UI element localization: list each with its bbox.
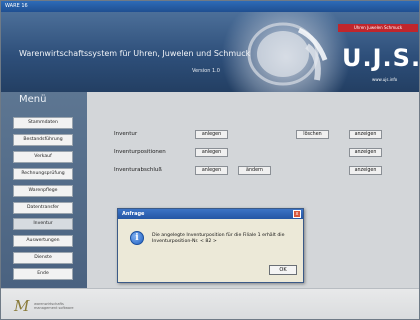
ok-button[interactable]: OK <box>269 265 297 275</box>
dialog-close-button[interactable]: x <box>293 210 301 218</box>
row-label-inventurabschluss: Inventurabschluß <box>114 167 162 173</box>
sidebar-item-stammdaten[interactable]: Stammdaten <box>13 117 73 129</box>
sidebar-item-bestandsfuehrung[interactable]: Bestandsführung <box>13 134 73 146</box>
banner-version: Version 1.0 <box>192 68 220 74</box>
row-label-inventur: Inventur <box>114 131 138 137</box>
sidebar-item-verkauf[interactable]: Verkauf <box>13 151 73 163</box>
inventurabschluss-aendern-button[interactable]: ändern <box>238 166 271 175</box>
header-banner: Warenwirtschaftssystem für Uhren, Juwele… <box>1 12 420 92</box>
ujs-logo: Uhren Juwelen Schmuck U.J.S. www.ujs.inf… <box>338 14 420 88</box>
dialog-message: Die angelegte Inventurposition für die F… <box>152 233 285 244</box>
inquiry-dialog: Anfrage x i Die angelegte Inventurpositi… <box>117 208 304 283</box>
row-label-inventurpositionen: Inventurpositionen <box>114 149 166 155</box>
dialog-title: Anfrage <box>122 211 145 217</box>
sidebar-item-datentransfer[interactable]: Datentransfer <box>13 202 73 214</box>
inventurpositionen-anzeigen-button[interactable]: anzeigen <box>349 148 382 157</box>
info-icon: i <box>130 231 144 245</box>
dialog-titlebar[interactable]: Anfrage x <box>118 209 303 219</box>
sidebar-item-rechnungspruefung[interactable]: Rechnungsprüfung <box>13 168 73 180</box>
window-titlebar[interactable]: WARE 16 <box>1 1 419 12</box>
footer-logo: M <box>14 297 30 315</box>
inventur-loeschen-button[interactable]: löschen <box>296 130 329 139</box>
logo-tagline: Uhren Juwelen Schmuck <box>338 24 418 32</box>
inventurabschluss-anzeigen-button[interactable]: anzeigen <box>349 166 382 175</box>
app-window: WARE 16 Warenwirtschaftssystem für Uhren… <box>0 0 420 320</box>
sidebar-menu: Menü Stammdaten Bestandsführung Verkauf … <box>1 92 87 288</box>
watch-image <box>247 22 328 86</box>
window-title: WARE 16 <box>5 3 28 9</box>
sidebar-item-inventur[interactable]: Inventur <box>13 218 73 230</box>
footer-text: warenwirtschafts management software <box>34 302 74 310</box>
logo-text: U.J.S. <box>342 44 420 72</box>
banner-title: Warenwirtschaftssystem für Uhren, Juwele… <box>19 49 251 58</box>
inventurabschluss-anlegen-button[interactable]: anlegen <box>195 166 228 175</box>
sidebar-item-auswertungen[interactable]: Auswertungen <box>13 235 73 247</box>
inventurpositionen-anlegen-button[interactable]: anlegen <box>195 148 228 157</box>
footer-bar: M warenwirtschafts management software <box>1 288 419 319</box>
inventur-anlegen-button[interactable]: anlegen <box>195 130 228 139</box>
sidebar-item-dienste[interactable]: Dienste <box>13 252 73 264</box>
inventur-anzeigen-button[interactable]: anzeigen <box>349 130 382 139</box>
sidebar-item-ende[interactable]: Ende <box>13 268 73 280</box>
sidebar-item-warenpflege[interactable]: Warenpflege <box>13 185 73 197</box>
logo-url: www.ujs.info <box>372 77 398 82</box>
menu-title: Menü <box>19 94 47 105</box>
